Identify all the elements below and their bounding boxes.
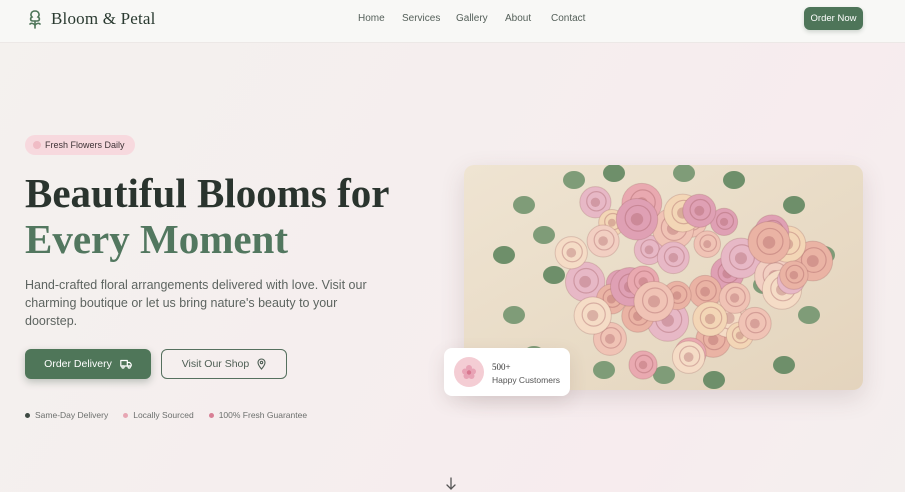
customers-count: 500+ xyxy=(492,362,511,372)
rose-bloom xyxy=(628,350,658,380)
rose-bloom xyxy=(692,301,728,337)
nav-about[interactable]: About xyxy=(505,13,531,24)
brand-logo[interactable]: Bloom & Petal xyxy=(26,9,156,29)
map-pin-icon xyxy=(257,358,266,370)
eucalyptus-leaf xyxy=(503,306,525,324)
customers-label: Happy Customers xyxy=(492,375,561,385)
arrow-down-icon[interactable] xyxy=(445,477,457,491)
feature-fresh-guarantee: 100% Fresh Guarantee xyxy=(218,410,308,420)
eucalyptus-leaf xyxy=(723,171,745,189)
bullet-dot-icon xyxy=(25,412,30,418)
order-delivery-button[interactable]: Order Delivery xyxy=(25,349,151,379)
eucalyptus-leaf xyxy=(773,356,795,374)
rose-bloom xyxy=(615,198,659,241)
visit-shop-label: Visit Our Shop xyxy=(181,358,250,370)
rose-bloom xyxy=(682,193,717,228)
hero-title-line1: Beautiful Blooms for xyxy=(25,170,390,216)
visit-shop-button[interactable]: Visit Our Shop xyxy=(161,349,287,379)
hero-description: Hand-crafted floral arrangements deliver… xyxy=(25,278,367,328)
eucalyptus-leaf xyxy=(563,171,585,189)
bullet-dot-icon xyxy=(123,412,129,418)
rose-bloom xyxy=(671,340,706,374)
rose-bloom xyxy=(747,221,791,264)
flower-bud-icon xyxy=(29,10,41,29)
eucalyptus-leaf xyxy=(533,226,555,244)
eucalyptus-leaf xyxy=(513,196,535,214)
feature-locally-sourced: Locally Sourced xyxy=(133,410,194,420)
rose-bloom xyxy=(656,241,690,275)
rose-bloom xyxy=(586,224,620,258)
rose-bloom xyxy=(693,230,722,258)
eucalyptus-leaf xyxy=(493,246,515,264)
feature-list: Same-Day Delivery Locally Sourced 100% F… xyxy=(25,410,322,420)
bullet-dot-icon xyxy=(208,412,214,418)
order-now-button[interactable]: Order Now xyxy=(804,7,863,30)
order-delivery-label: Order Delivery xyxy=(44,358,112,370)
brand-name: Bloom & Petal xyxy=(51,9,156,28)
rose-bloom xyxy=(554,236,588,270)
feature-item: 100% Fresh Guarantee xyxy=(208,410,308,420)
eucalyptus-leaf xyxy=(783,196,805,214)
nav-gallery[interactable]: Gallery xyxy=(456,13,488,24)
feature-same-day: Same-Day Delivery xyxy=(35,410,109,420)
hero-title-line2: Every Moment xyxy=(25,216,288,262)
eucalyptus-leaf xyxy=(593,361,615,379)
truck-icon xyxy=(120,359,132,369)
eucalyptus-leaf xyxy=(798,306,820,324)
rose-bloom xyxy=(573,296,612,335)
happy-customers-card: 500+ Happy Customers xyxy=(444,348,570,396)
nav-services[interactable]: Services xyxy=(402,13,440,24)
flower-icon xyxy=(454,357,484,387)
eucalyptus-leaf xyxy=(543,266,565,284)
eucalyptus-leaf xyxy=(703,371,725,389)
rose-bloom xyxy=(633,280,675,322)
badge-label: Fresh Flowers Daily xyxy=(45,140,125,150)
nav-home[interactable]: Home xyxy=(358,13,385,24)
feature-item: Locally Sourced xyxy=(123,410,194,420)
rose-bloom xyxy=(779,260,809,290)
feature-item: Same-Day Delivery xyxy=(25,410,108,420)
nav-contact[interactable]: Contact xyxy=(551,13,611,24)
fresh-flowers-badge: Fresh Flowers Daily xyxy=(25,135,135,155)
rose-bloom xyxy=(738,306,772,341)
badge-dot-icon xyxy=(33,141,41,149)
site-header: Bloom & Petal Home Services Gallery Abou… xyxy=(0,0,905,43)
